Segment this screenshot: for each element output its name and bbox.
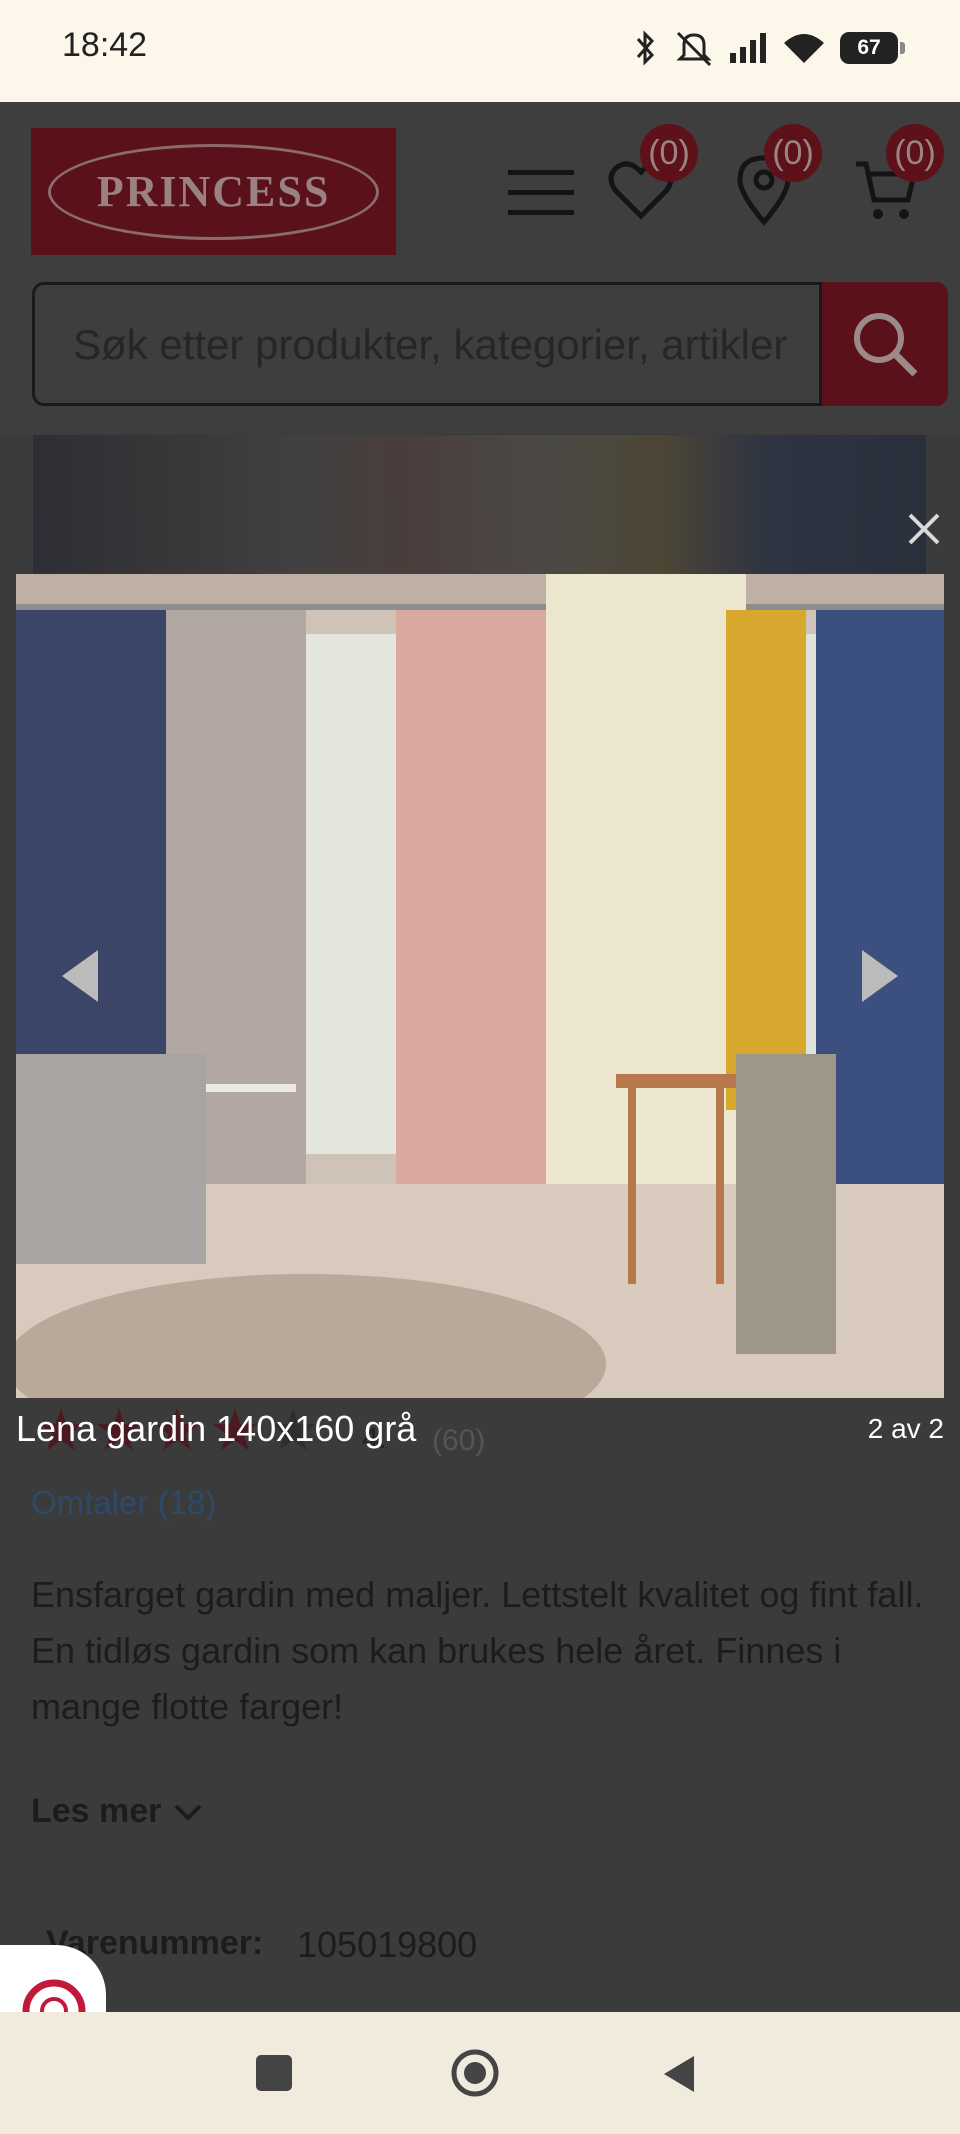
battery-indicator: 67	[840, 32, 905, 64]
signal-icon	[730, 33, 766, 63]
chevron-down-icon	[174, 1804, 202, 1821]
previous-image-button[interactable]	[58, 946, 102, 1006]
wifi-icon	[784, 34, 824, 63]
curtain-room-photo	[16, 574, 944, 1398]
product-image-dimmed	[33, 435, 926, 575]
cart-badge: (0)	[886, 124, 944, 182]
search-button[interactable]	[822, 282, 948, 406]
image-counter: 2 av 2	[867, 1413, 944, 1444]
stores-badge: (0)	[764, 124, 822, 182]
menu-icon[interactable]	[508, 168, 574, 218]
lightbox-caption: Lena gardin 140x160 grå	[16, 1408, 417, 1449]
home-button[interactable]	[450, 2048, 500, 2098]
system-nav-bar	[0, 2012, 960, 2134]
next-image-button[interactable]	[858, 946, 902, 1006]
search-field[interactable]: Søk etter produkter, kategorier, artikle…	[32, 282, 822, 406]
read-more-label: Les mer	[31, 1792, 162, 1830]
mute-icon	[676, 31, 712, 67]
sku-value: 105019800	[297, 1924, 478, 1965]
search-input[interactable]: Søk etter produkter, kategorier, artikle…	[73, 321, 787, 369]
logo-text: PRINCESS	[48, 143, 379, 240]
search-icon	[854, 313, 918, 377]
lightbox-image	[16, 574, 944, 1398]
status-bar: 18:42 67	[0, 0, 960, 102]
close-icon[interactable]	[904, 509, 944, 549]
product-description: Ensfarget gardin med maljer. Lettstelt k…	[31, 1574, 924, 1727]
status-icons: 67	[630, 26, 905, 70]
rating-count: (60)	[432, 1424, 486, 1457]
recents-button[interactable]	[256, 2055, 292, 2091]
back-button[interactable]	[660, 2054, 696, 2094]
bluetooth-icon	[636, 30, 655, 66]
read-more-button[interactable]: Les mer	[31, 1792, 203, 1831]
status-time: 18:42	[62, 26, 148, 64]
princess-logo[interactable]: PRINCESS	[31, 128, 396, 255]
site-header: PRINCESS (0) (0) (0) Søk etter produkter…	[0, 102, 960, 434]
wishlist-badge: (0)	[640, 124, 698, 182]
reviews-link[interactable]: Omtaler (18)	[31, 1484, 216, 1522]
